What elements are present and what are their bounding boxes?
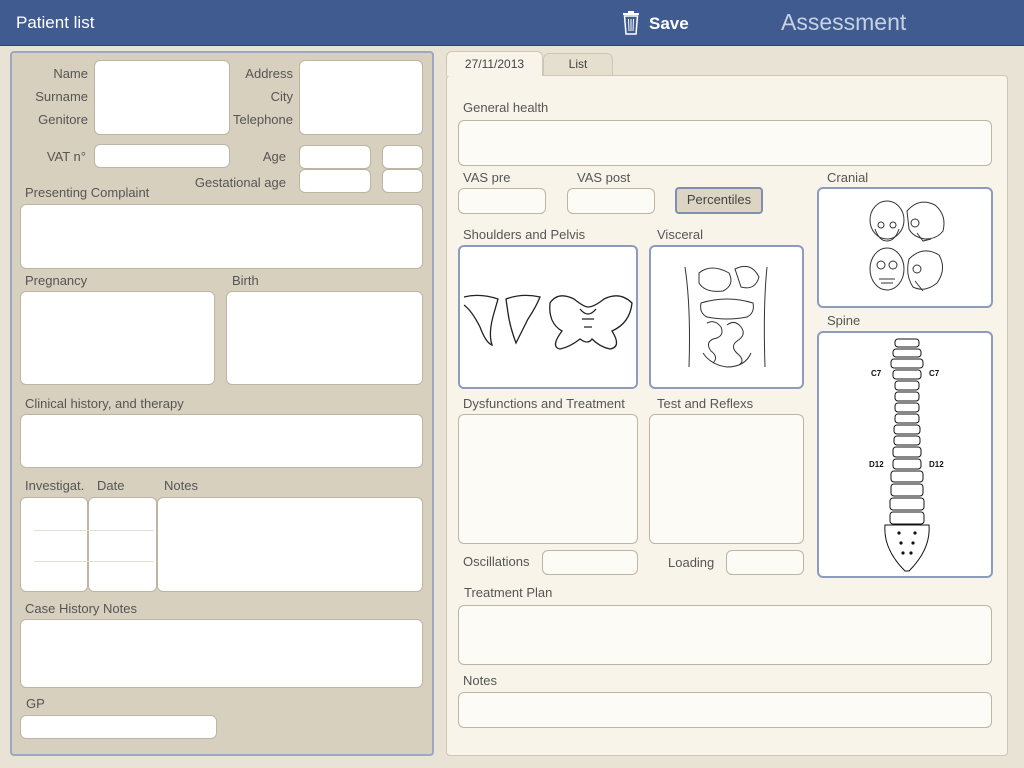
investigation-notes-field[interactable] bbox=[157, 497, 423, 592]
patient-list-button[interactable]: Patient list bbox=[16, 13, 94, 33]
save-button[interactable]: Save bbox=[649, 14, 689, 34]
spine-c7-right: C7 bbox=[929, 369, 940, 378]
vas-post-field[interactable] bbox=[567, 188, 655, 214]
name-surname-field[interactable] bbox=[94, 60, 230, 135]
case-history-notes-field[interactable] bbox=[20, 619, 423, 688]
spine-label: Spine bbox=[827, 313, 861, 328]
tab-list[interactable]: List bbox=[543, 53, 613, 75]
trash-icon[interactable] bbox=[621, 10, 641, 36]
notes-label-right: Notes bbox=[463, 673, 497, 688]
shoulders-pelvis-diagram bbox=[463, 294, 633, 350]
city-label: City bbox=[270, 89, 293, 104]
gestational-age-unit-field[interactable] bbox=[382, 169, 423, 193]
loading-label: Loading bbox=[668, 555, 715, 570]
gp-label: GP bbox=[26, 696, 45, 711]
vat-label: VAT n° bbox=[46, 149, 86, 164]
page-title: Assessment bbox=[781, 9, 907, 35]
top-bar: Patient list Save Assessment bbox=[0, 0, 1024, 46]
loading-field[interactable] bbox=[726, 550, 804, 575]
vat-field[interactable] bbox=[94, 144, 230, 168]
spine-image[interactable]: C7 C7 D12 D12 bbox=[817, 331, 993, 578]
test-reflexes-label: Test and Reflexs bbox=[657, 396, 754, 411]
investigation-date-field[interactable] bbox=[88, 497, 157, 592]
investigat-label: Investigat. bbox=[25, 478, 85, 493]
birth-field[interactable] bbox=[226, 291, 423, 385]
presenting-complaint-label: Presenting Complaint bbox=[25, 185, 150, 200]
treatment-plan-label: Treatment Plan bbox=[464, 585, 553, 600]
genitore-label: Genitore bbox=[38, 112, 88, 127]
notes-label: Notes bbox=[164, 478, 198, 493]
oscillations-label: Oscillations bbox=[463, 554, 530, 569]
gp-field[interactable] bbox=[20, 715, 217, 739]
vas-post-label: VAS post bbox=[577, 170, 631, 185]
investigations-field[interactable] bbox=[20, 497, 88, 592]
cranial-label: Cranial bbox=[827, 170, 869, 185]
table-row-divider bbox=[34, 561, 154, 562]
spine-c7-left: C7 bbox=[871, 369, 882, 378]
treatment-plan-field[interactable] bbox=[458, 605, 992, 665]
oscillations-field[interactable] bbox=[542, 550, 638, 575]
case-history-notes-label: Case History Notes bbox=[25, 601, 137, 616]
percentiles-button[interactable]: Percentiles bbox=[675, 187, 763, 214]
shoulders-pelvis-image[interactable] bbox=[458, 245, 638, 389]
cranial-image[interactable] bbox=[817, 187, 993, 308]
birth-label: Birth bbox=[232, 273, 259, 288]
clinical-history-field[interactable] bbox=[20, 414, 423, 468]
name-label: Name bbox=[53, 66, 88, 81]
gestational-age-field[interactable] bbox=[299, 169, 371, 193]
pregnancy-label: Pregnancy bbox=[25, 273, 88, 288]
test-reflexes-field[interactable] bbox=[649, 414, 804, 544]
visceral-label: Visceral bbox=[657, 227, 704, 242]
table-row-divider bbox=[34, 530, 154, 531]
age-unit-field[interactable] bbox=[382, 145, 423, 169]
pregnancy-field[interactable] bbox=[20, 291, 215, 385]
dysfunctions-field[interactable] bbox=[458, 414, 638, 544]
address-field[interactable] bbox=[299, 60, 423, 135]
surname-label: Surname bbox=[35, 89, 88, 104]
visceral-image[interactable] bbox=[649, 245, 804, 389]
tab-date[interactable]: 27/11/2013 bbox=[446, 51, 543, 76]
vas-pre-label: VAS pre bbox=[463, 170, 511, 185]
clinical-history-label: Clinical history, and therapy bbox=[25, 396, 184, 411]
date-label: Date bbox=[97, 478, 125, 493]
vas-pre-field[interactable] bbox=[458, 188, 546, 214]
general-health-field[interactable] bbox=[458, 120, 992, 166]
notes-field[interactable] bbox=[458, 692, 992, 728]
visceral-diagram bbox=[684, 265, 768, 368]
age-label: Age bbox=[262, 149, 286, 164]
address-label: Address bbox=[245, 66, 293, 81]
spine-d12-left: D12 bbox=[869, 460, 884, 469]
shoulders-pelvis-label: Shoulders and Pelvis bbox=[463, 227, 586, 242]
presenting-complaint-field[interactable] bbox=[20, 204, 423, 269]
spine-diagram: C7 C7 D12 D12 bbox=[869, 338, 944, 572]
telephone-label: Telephone bbox=[233, 112, 293, 127]
age-field[interactable] bbox=[299, 145, 371, 169]
skull-diagram bbox=[869, 200, 945, 292]
dysfunctions-label: Dysfunctions and Treatment bbox=[463, 396, 625, 411]
spine-d12-right: D12 bbox=[929, 460, 944, 469]
gestational-age-label: Gestational age bbox=[194, 175, 286, 190]
general-health-label: General health bbox=[463, 100, 549, 115]
